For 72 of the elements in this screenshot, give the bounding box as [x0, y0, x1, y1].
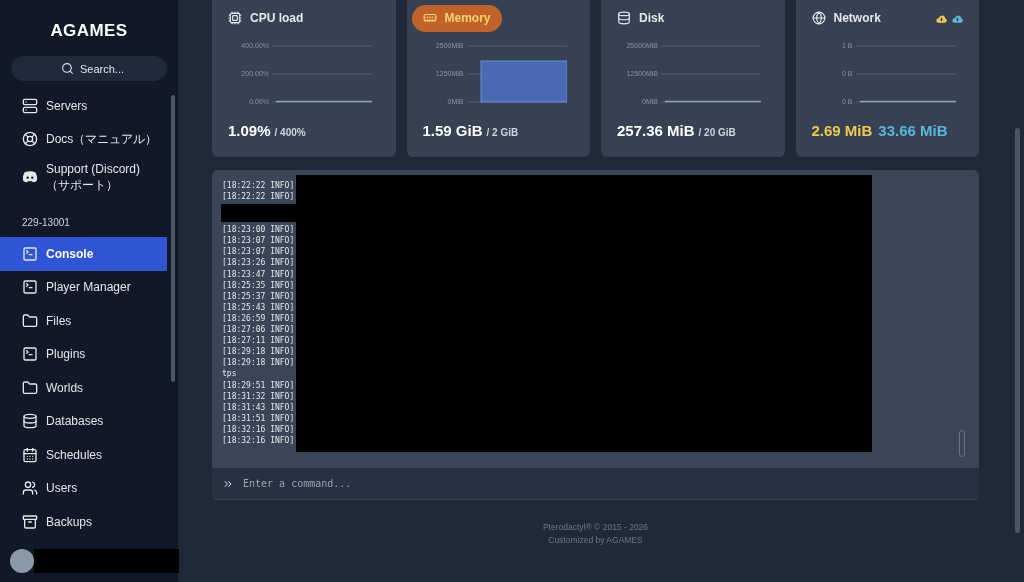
sidebar-item[interactable]: Schedules — [0, 438, 167, 472]
stat-limit: / 20 GiB — [698, 126, 736, 140]
console-line: tps — [222, 368, 238, 380]
terminal-icon — [22, 245, 38, 262]
sidebar-item[interactable]: Worlds — [0, 371, 167, 405]
sidebar-item[interactable]: Servers — [0, 89, 167, 123]
lifebuoy-icon — [22, 131, 38, 148]
sidebar-item[interactable]: Support (Discord)（サポート） — [0, 156, 167, 198]
sidebar-item[interactable]: Docs（マニュアル） — [0, 122, 167, 156]
console-line: [18:22:22 INFO] — [222, 180, 296, 192]
footer-text: Customized by AGAMES — [548, 535, 643, 546]
stat-value: 1.09% — [228, 121, 271, 141]
console-line: [18:27:06 INFO] — [222, 324, 296, 336]
logo: AGAMES — [49, 20, 129, 42]
sidebar-item[interactable]: Console — [0, 237, 167, 271]
calendar-icon — [22, 446, 38, 463]
cpu-icon — [228, 11, 242, 25]
stat-value: 33.66 MiB — [878, 121, 948, 141]
console-line: [18:25:43 INFO] — [222, 301, 296, 313]
console-line: [18:23:47 INFO] — [222, 268, 296, 280]
console-line: [18:25:37 INFO] — [222, 290, 296, 302]
stat-value: 1.59 GiB — [422, 121, 483, 141]
folder-icon — [22, 379, 38, 396]
sidebar-item[interactable]: Users — [0, 471, 167, 505]
database-icon — [617, 11, 631, 25]
sidebar-item[interactable]: Databases — [0, 404, 167, 438]
chevrons-icon — [222, 478, 234, 490]
console-line: [18:29:18 INFO] — [222, 357, 296, 369]
console-line: [18:22:22 INFO] — [222, 191, 296, 203]
console-line: [18:31:51 INFO] — [222, 412, 296, 424]
stat-limit: / 400% — [274, 126, 306, 140]
card-title: CPU load — [228, 4, 304, 32]
terminal-icon — [22, 346, 38, 363]
card-title: Memory — [411, 4, 502, 32]
card-title: Disk — [617, 4, 665, 32]
chat-icon — [22, 169, 38, 185]
console-line: [18:23:00 INFO] — [222, 224, 296, 236]
scrollbar — [959, 430, 965, 457]
server-icon — [22, 97, 38, 114]
sidebar-item[interactable]: Player Manager — [0, 270, 167, 304]
console-line: [18:23:07 INFO] — [222, 246, 296, 258]
avatar[interactable] — [10, 549, 34, 573]
users-icon — [22, 480, 38, 497]
command-field[interactable]: Enter a command... — [212, 468, 979, 500]
folder-icon — [22, 312, 38, 329]
sidebar-item[interactable]: Backups — [0, 505, 167, 539]
console-line: [18:29:18 INFO] — [222, 346, 296, 358]
footer-text: Pterodactyl® © 2015 - 2026 — [542, 522, 649, 533]
stat-value: 2.69 MiB — [811, 121, 873, 141]
terminal-icon — [22, 279, 38, 296]
console-line: [18:25:35 INFO] — [222, 279, 296, 291]
card-title: Network — [811, 4, 881, 32]
console-line: [18:31:43 INFO] — [222, 401, 296, 413]
console-line: [18:31:32 INFO] — [222, 390, 296, 402]
memory-icon — [422, 11, 437, 25]
stat-limit: / 2 GiB — [486, 126, 519, 140]
console-line: [18:32:16 INFO] — [222, 434, 296, 447]
section-label: 229-13001 — [21, 216, 71, 230]
search-icon — [61, 61, 74, 75]
globe-icon — [811, 11, 826, 25]
sidebar-item[interactable]: Plugins — [0, 337, 167, 371]
console-line: [18:32:16 INFO] — [222, 423, 296, 435]
console-line: [18:23:26 INFO] — [222, 257, 296, 269]
archive-icon — [22, 513, 38, 530]
database-icon — [22, 413, 38, 430]
console-line: [18:23:07 INFO] — [222, 235, 296, 247]
console-line: [18:29:51 INFO] — [222, 379, 296, 391]
console-line: [18:27:11 INFO] — [222, 335, 296, 347]
sidebar-item[interactable]: Files — [0, 304, 167, 338]
search-field[interactable]: Search... — [11, 56, 167, 81]
console-line: [18:26:59 INFO] — [222, 312, 296, 325]
stat-value: 257.36 MiB — [617, 121, 695, 141]
